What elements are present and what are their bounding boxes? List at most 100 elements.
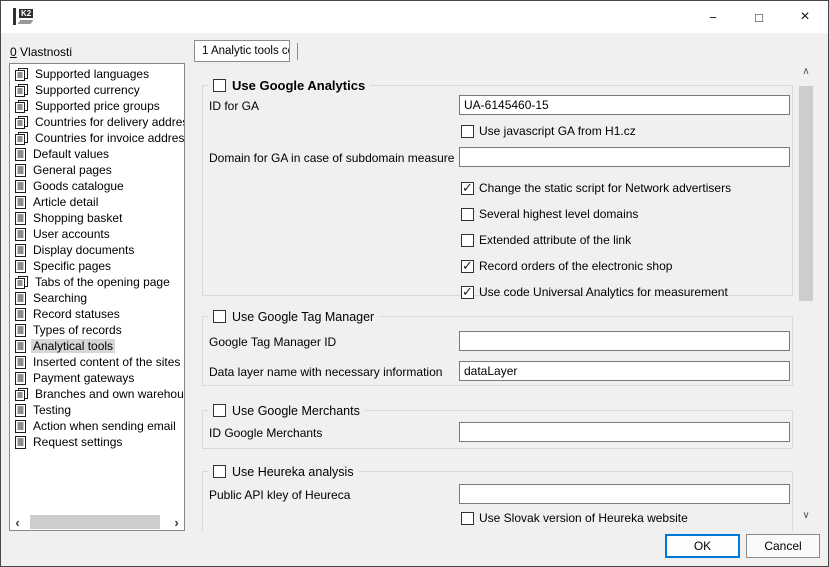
sidebar-item-label: Supported price groups xyxy=(33,99,162,113)
maximize-button[interactable]: □ xyxy=(736,1,782,33)
ga-option-checkbox-row[interactable]: Use code Universal Analytics for measure… xyxy=(461,279,731,305)
sidebar-item[interactable]: Countries for invoice addresses xyxy=(10,130,184,146)
document-icon xyxy=(15,196,26,209)
gtm-id-input[interactable] xyxy=(459,331,790,351)
tab-analytic-tools[interactable]: 1 Analytic tools co... xyxy=(194,40,290,62)
sidebar-item[interactable]: Shopping basket xyxy=(10,210,184,226)
datalayer-input[interactable] xyxy=(459,361,790,381)
sidebar-item[interactable]: Supported languages xyxy=(10,66,184,82)
document-icon xyxy=(15,324,26,337)
sidebar-item[interactable]: Supported price groups xyxy=(10,98,184,114)
main-vertical-scrollbar[interactable]: ∧ ∨ xyxy=(798,63,814,523)
ga-option-checkbox[interactable] xyxy=(461,286,474,299)
ga-option-label: Record orders of the electronic shop xyxy=(479,259,672,273)
sidebar-item[interactable]: Payment gateways xyxy=(10,370,184,386)
properties-listbox: Supported languages Supported currency xyxy=(9,63,185,531)
document-icon xyxy=(15,308,26,321)
scroll-left-icon[interactable]: ‹ xyxy=(10,514,25,530)
sidebar-item-label: General pages xyxy=(31,163,114,177)
datalayer-label: Data layer name with necessary informati… xyxy=(209,365,442,379)
sidebar-item[interactable]: Supported currency xyxy=(10,82,184,98)
sidebar-item-label: Record statuses xyxy=(31,307,122,321)
sidebar-item[interactable]: Specific pages xyxy=(10,258,184,274)
list-horizontal-scrollbar[interactable]: ‹ › xyxy=(10,514,184,530)
sidebar-item[interactable]: Testing xyxy=(10,402,184,418)
minimize-button[interactable]: − xyxy=(690,1,736,33)
document-icon xyxy=(15,180,26,193)
use-js-ga-checkbox[interactable] xyxy=(461,125,474,138)
document-icon xyxy=(15,340,26,353)
sidebar-item-label: Specific pages xyxy=(31,259,113,273)
scroll-right-icon[interactable]: › xyxy=(169,514,184,530)
sidebar-item-label: Inserted content of the sites xyxy=(31,355,182,369)
use-heureka-checkbox[interactable] xyxy=(213,465,226,478)
scroll-up-icon[interactable]: ∧ xyxy=(798,63,814,79)
sidebar-item-label: Tabs of the opening page xyxy=(33,275,172,289)
ga-option-checkbox[interactable] xyxy=(461,260,474,273)
scrollbar-thumb[interactable] xyxy=(799,86,813,301)
dialog-window: K2 − □ × 0 Vlastnosti xyxy=(0,0,829,567)
scrollbar-track[interactable] xyxy=(25,514,169,530)
sidebar-item[interactable]: Inserted content of the sites xyxy=(10,354,184,370)
sidebar-item[interactable]: Display documents xyxy=(10,242,184,258)
ok-button[interactable]: OK xyxy=(665,534,740,558)
ga-option-checkbox[interactable] xyxy=(461,234,474,247)
use-merchants-checkbox[interactable] xyxy=(213,404,226,417)
scroll-down-icon[interactable]: ∨ xyxy=(798,507,814,523)
document-icon xyxy=(15,244,26,257)
sidebar-item-label: Testing xyxy=(31,403,73,417)
sidebar-item-label: Branches and own warehouses xyxy=(33,387,185,401)
sidebar-item[interactable]: Request settings xyxy=(10,434,184,450)
merchants-id-input[interactable] xyxy=(459,422,790,442)
sidebar-item[interactable]: Record statuses xyxy=(10,306,184,322)
document-icon xyxy=(15,404,26,417)
sidebar-item[interactable]: Countries for delivery addresses xyxy=(10,114,184,130)
slovak-version-checkbox[interactable] xyxy=(461,512,474,525)
sidebar-item-label: Countries for delivery addresses xyxy=(33,115,185,129)
document-icon xyxy=(15,436,26,449)
sidebar-item[interactable]: Analytical tools xyxy=(10,338,184,354)
sidebar-item-label: Display documents xyxy=(31,243,136,257)
sidebar-item[interactable]: Action when sending email xyxy=(10,418,184,434)
slovak-version-checkbox-row[interactable]: Use Slovak version of Heureka website xyxy=(461,511,688,525)
sidebar-item-label: Countries for invoice addresses xyxy=(33,131,185,145)
sidebar-item[interactable]: Branches and own warehouses xyxy=(10,386,184,402)
ga-option-checkbox-row[interactable]: Record orders of the electronic shop xyxy=(461,253,731,279)
sidebar-item[interactable]: General pages xyxy=(10,162,184,178)
use-google-analytics-checkbox[interactable] xyxy=(213,79,226,92)
use-js-ga-checkbox-row[interactable]: Use javascript GA from H1.cz xyxy=(461,124,636,138)
sidebar-item[interactable]: Tabs of the opening page xyxy=(10,274,184,290)
sidebar-item[interactable]: Default values xyxy=(10,146,184,162)
ga-option-checkbox-row[interactable]: Several highest level domains xyxy=(461,201,731,227)
heureka-api-input[interactable] xyxy=(459,484,790,504)
documents-stack-icon xyxy=(15,116,28,129)
ga-option-checkbox[interactable] xyxy=(461,182,474,195)
id-for-ga-input[interactable] xyxy=(459,95,790,115)
group-merchants-caption: Use Google Merchants xyxy=(208,402,365,419)
sidebar-item[interactable]: User accounts xyxy=(10,226,184,242)
k2-logo-text: K2 xyxy=(19,9,33,18)
ga-option-list: Change the static script for Network adv… xyxy=(461,175,731,305)
merchants-id-label: ID Google Merchants xyxy=(209,426,322,440)
close-button[interactable]: × xyxy=(782,1,828,33)
sidebar-item-label: Supported currency xyxy=(33,83,142,97)
ga-option-label: Change the static script for Network adv… xyxy=(479,181,731,195)
ga-option-checkbox-row[interactable]: Extended attribute of the link xyxy=(461,227,731,253)
ga-option-checkbox-row[interactable]: Change the static script for Network adv… xyxy=(461,175,731,201)
use-gtm-checkbox[interactable] xyxy=(213,310,226,323)
sidebar-item[interactable]: Types of records xyxy=(10,322,184,338)
documents-stack-icon xyxy=(15,132,28,145)
sidebar-item[interactable]: Goods catalogue xyxy=(10,178,184,194)
domain-for-ga-input[interactable] xyxy=(459,147,790,167)
sidebar-item-label: Default values xyxy=(31,147,111,161)
documents-stack-icon xyxy=(15,84,28,97)
sidebar-item[interactable]: Searching xyxy=(10,290,184,306)
slovak-version-label: Use Slovak version of Heureka website xyxy=(479,511,688,525)
group-google-merchants: Use Google Merchants ID Google Merchants xyxy=(202,410,793,449)
sidebar-item[interactable]: Article detail xyxy=(10,194,184,210)
cancel-button[interactable]: Cancel xyxy=(746,534,820,558)
sidebar-item-label: User accounts xyxy=(31,227,112,241)
scrollbar-track[interactable] xyxy=(798,79,814,507)
ga-option-checkbox[interactable] xyxy=(461,208,474,221)
scrollbar-thumb[interactable] xyxy=(30,515,160,529)
